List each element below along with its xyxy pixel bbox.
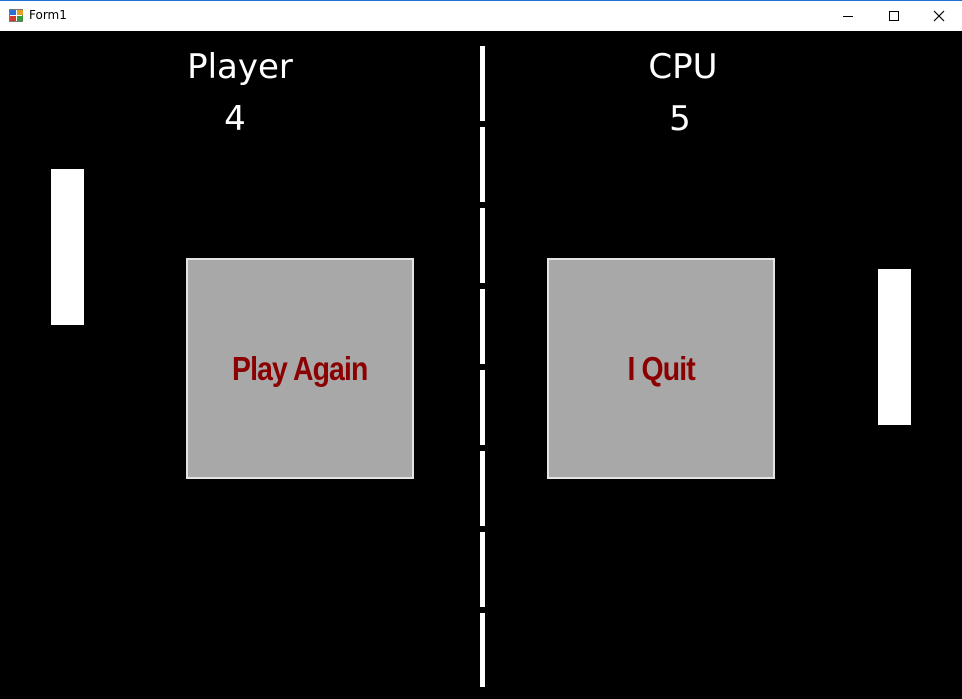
close-button[interactable] [916, 1, 962, 31]
maximize-icon [889, 11, 899, 21]
net-segment [480, 46, 485, 121]
minimize-button[interactable] [825, 1, 871, 31]
maximize-button[interactable] [871, 1, 917, 31]
window-title: Form1 [29, 8, 67, 22]
net-segment [480, 451, 485, 526]
cpu-paddle [878, 269, 911, 425]
quit-label: I Quit [627, 349, 695, 387]
player-paddle [51, 169, 84, 325]
play-again-button[interactable]: Play Again [186, 258, 414, 479]
net-segment [480, 532, 485, 607]
game-court: Player CPU 4 5 Play Again I Quit [0, 31, 962, 699]
net-segment [480, 370, 485, 445]
minimize-icon [843, 15, 853, 17]
title-bar: Form1 [0, 0, 962, 31]
close-icon [933, 10, 945, 22]
net-segment [480, 127, 485, 202]
net-segment [480, 208, 485, 283]
net-segment [480, 613, 485, 687]
player-label: Player [187, 47, 293, 87]
cpu-label: CPU [648, 47, 718, 87]
player-score: 4 [224, 99, 246, 139]
quit-button[interactable]: I Quit [547, 258, 775, 479]
cpu-score: 5 [669, 99, 691, 139]
net-segment [480, 289, 485, 364]
play-again-label: Play Again [232, 349, 368, 387]
app-icon[interactable] [9, 9, 23, 22]
